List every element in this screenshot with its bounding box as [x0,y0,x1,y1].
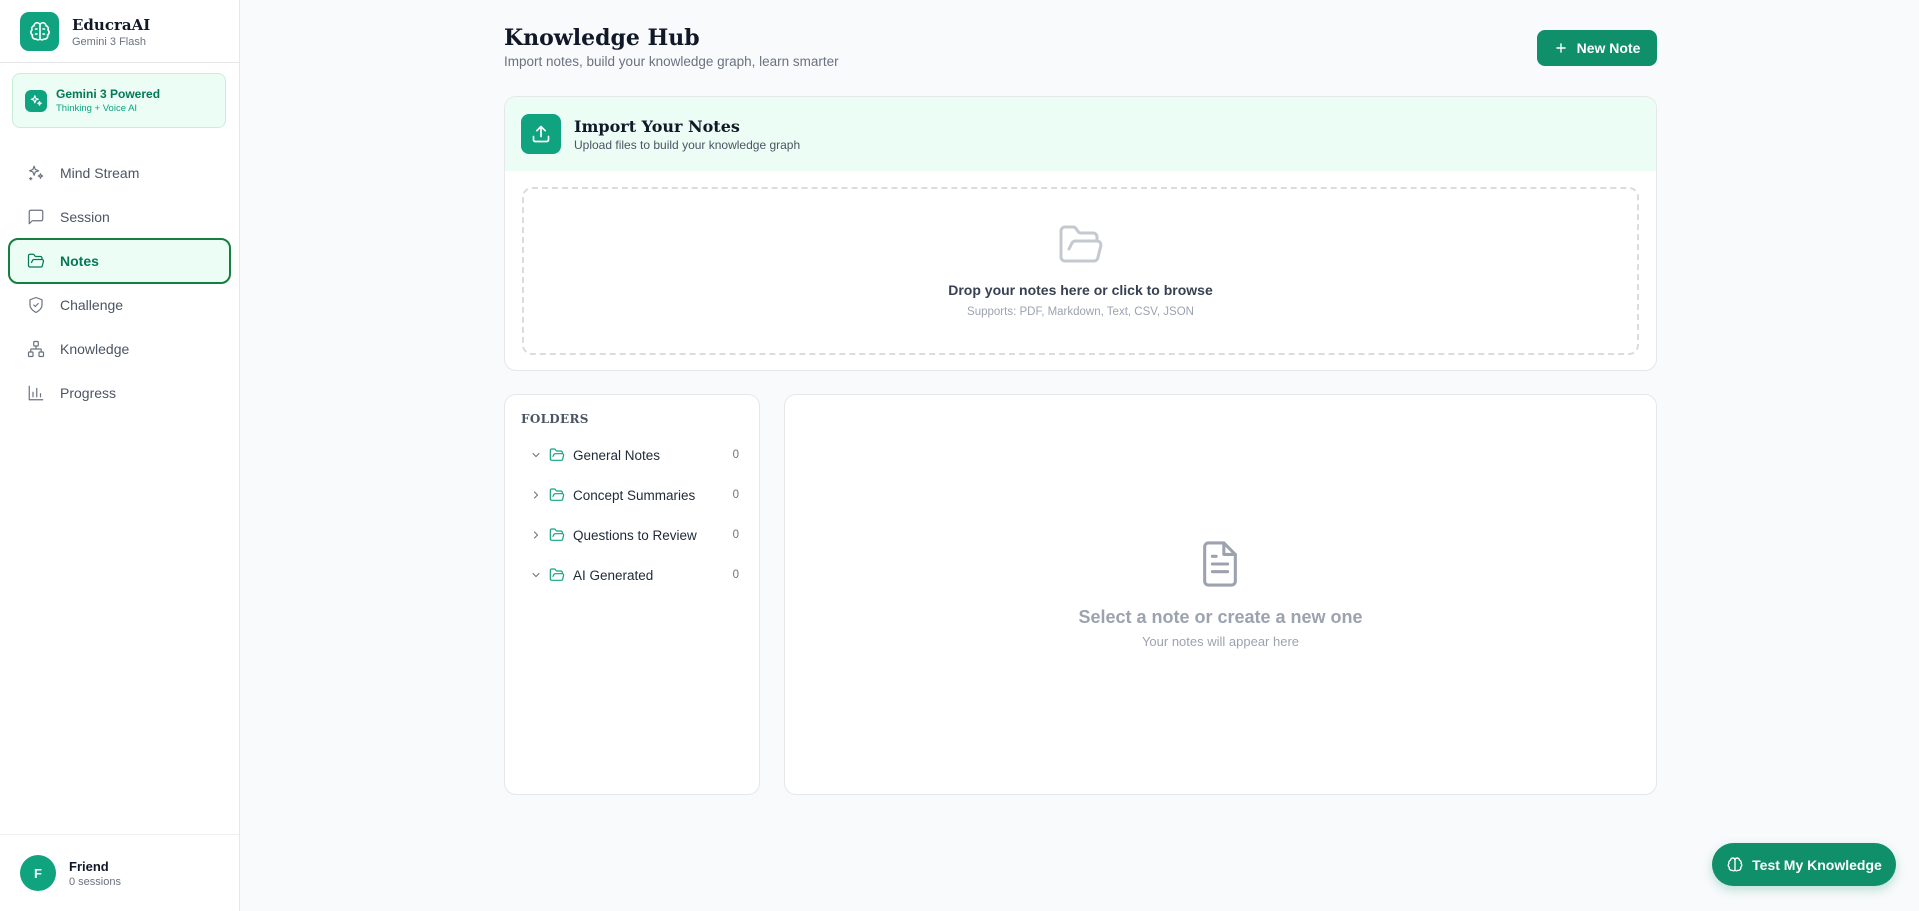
sidebar-item-label: Progress [60,385,117,401]
folder-icon [549,527,565,543]
folder-name: Concept Summaries [573,487,696,503]
sidebar-item-label: Session [60,209,110,225]
folder-icon [549,487,565,503]
plus-icon [1554,41,1568,55]
folder-icon [549,567,565,583]
sidebar-item-label: Challenge [60,297,124,313]
folders-panel: FOLDERS General Notes 0 Concept Summarie… [504,394,760,795]
upload-icon [521,114,561,154]
empty-state-subtitle: Your notes will appear here [1141,634,1300,649]
sidebar-item-label: Mind Stream [60,165,140,181]
folder-count: 0 [732,449,739,461]
user-sessions: 0 sessions [69,875,121,888]
avatar: F [20,855,56,891]
sidebar: EducraAI Gemini 3 Flash Gemini 3 Powered… [0,0,240,911]
bar-chart-icon [26,383,46,403]
divider [0,834,239,835]
sidebar-item-mind-stream[interactable]: Mind Stream [8,150,231,196]
shield-check-icon [26,295,46,315]
powered-title: Gemini 3 Powered [56,86,161,101]
page-subtitle: Import notes, build your knowledge graph… [504,54,839,69]
new-note-label: New Note [1576,40,1641,56]
folder-icon [549,447,565,463]
sidebar-item-progress[interactable]: Progress [8,370,231,416]
brand-name: EducraAI [72,15,151,34]
brand-model: Gemini 3 Flash [72,35,146,48]
folder-concept-summaries[interactable]: Concept Summaries 0 [529,475,745,515]
note-preview-panel: Select a note or create a new one Your n… [784,394,1657,795]
folder-ai-generated[interactable]: AI Generated 0 [529,555,745,595]
test-my-knowledge-button[interactable]: Test My Knowledge [1712,843,1896,886]
sidebar-item-notes[interactable]: Notes [8,238,231,284]
sidebar-nav: Mind Stream Session Notes Challenge Know… [8,150,231,414]
folder-name: General Notes [573,447,661,463]
import-notes-card: Import Your Notes Upload files to build … [504,96,1657,371]
chevron-right-icon[interactable] [529,529,543,541]
page-title: Knowledge Hub [504,25,700,51]
folder-name: AI Generated [573,567,654,583]
test-my-knowledge-label: Test My Knowledge [1752,856,1882,873]
new-note-button[interactable]: New Note [1537,30,1657,66]
folder-name: Questions to Review [573,527,697,543]
sidebar-item-challenge[interactable]: Challenge [8,282,231,328]
brain-logo-icon [20,12,59,51]
sidebar-item-label: Knowledge [60,341,130,357]
divider [0,62,239,63]
chat-icon [26,207,46,227]
user-name: Friend [69,858,109,874]
import-header: Import Your Notes Upload files to build … [505,97,1656,171]
folders-heading: FOLDERS [521,412,589,426]
folder-count: 0 [732,529,739,541]
empty-state-title: Select a note or create a new one [1078,607,1363,627]
powered-subtitle: Thinking + Voice AI [56,102,138,114]
folder-list: General Notes 0 Concept Summaries 0 Ques… [529,435,745,595]
chevron-down-icon[interactable] [529,449,543,461]
folder-open-icon [26,251,46,271]
sparkles-icon [26,163,46,183]
brain-icon [1726,856,1744,874]
folder-open-icon [1057,223,1105,272]
sidebar-item-session[interactable]: Session [8,194,231,240]
folder-count: 0 [732,489,739,501]
network-icon [26,339,46,359]
user-profile[interactable]: F Friend 0 sessions [20,855,121,891]
supported-formats: Supports: PDF, Markdown, Text, CSV, JSON [967,306,1194,318]
chevron-down-icon[interactable] [529,569,543,581]
dropzone-label: Drop your notes here or click to browse [948,282,1213,298]
import-subtitle: Upload files to build your knowledge gra… [574,137,801,152]
folder-count: 0 [732,569,739,581]
brand[interactable]: EducraAI Gemini 3 Flash [20,12,150,51]
folder-general-notes[interactable]: General Notes 0 [529,435,745,475]
chevron-right-icon[interactable] [529,489,543,501]
gemini-powered-badge: Gemini 3 Powered Thinking + Voice AI [12,73,226,128]
folder-questions-to-review[interactable]: Questions to Review 0 [529,515,745,555]
document-icon [1197,539,1243,594]
import-title: Import Your Notes [574,116,740,136]
file-dropzone[interactable]: Drop your notes here or click to browse … [522,187,1639,355]
sidebar-item-label: Notes [60,253,99,269]
sparkles-icon [25,89,47,112]
sidebar-item-knowledge[interactable]: Knowledge [8,326,231,372]
